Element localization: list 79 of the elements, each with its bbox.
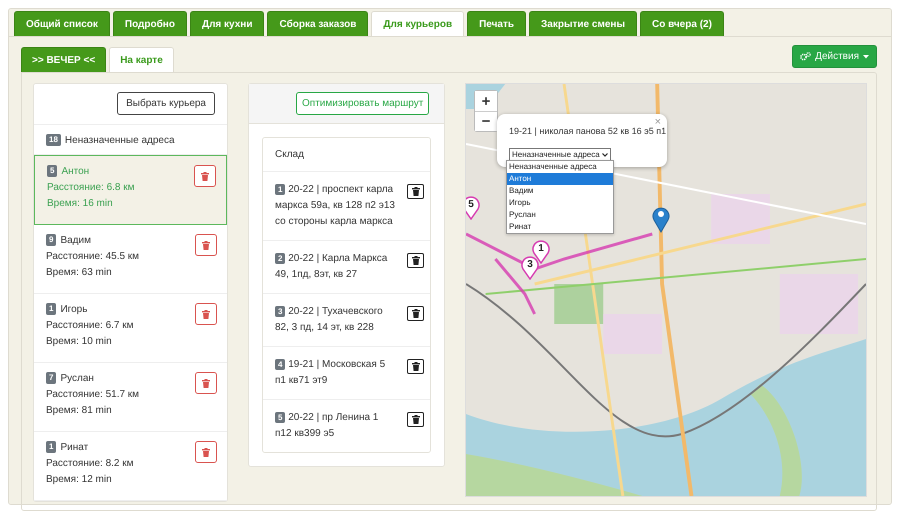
caret-icon [863, 54, 869, 58]
trash-icon [201, 172, 209, 180]
map-marker[interactable]: 1 [532, 240, 550, 264]
courier-name: Антон [61, 166, 90, 176]
courier-item[interactable]: 7 Руслан Расстояние: 51.7 км Время: 81 min [34, 363, 227, 432]
map-marker[interactable]: 5 [466, 196, 480, 220]
courier-name: Игорь [60, 304, 88, 314]
stop-number-badge: 1 [275, 184, 286, 195]
dropdown-option[interactable]: Антон [507, 173, 613, 185]
time-text: Время: 63 min [46, 267, 113, 278]
trash-icon [202, 448, 210, 456]
tab[interactable]: На карте [109, 47, 174, 72]
courier-item[interactable]: 1 Ринат Расстояние: 8.2 км Время: 12 min [34, 432, 227, 501]
dropdown-option[interactable]: Игорь [507, 197, 613, 209]
chevron-icon [602, 152, 608, 156]
tab[interactable]: Со вчера (2) [640, 11, 724, 36]
distance-text: Расстояние: 6.8 км [47, 182, 134, 193]
count-badge: 1 [46, 303, 56, 315]
tab[interactable]: Для кухни [190, 11, 264, 36]
tab[interactable]: Общий список [14, 11, 110, 36]
dropdown-option[interactable]: Неназначенные адреса [507, 161, 613, 173]
courier-name: Вадим [60, 234, 91, 246]
stop-number-badge: 4 [275, 359, 286, 370]
distance-text: Расстояние: 45.5 км [46, 251, 140, 262]
stop-text: 1 20-22 | проспект карла маркса 59а, кв 128 п2 э13 со стороны карла маркса [275, 184, 395, 227]
courier-item[interactable]: 1 Игорь Расстояние: 6.7 км Время: 10 min [34, 294, 227, 363]
delete-button[interactable] [407, 306, 424, 321]
tab[interactable]: Закрытие смены [529, 11, 637, 36]
tab[interactable]: Подробно [112, 11, 187, 36]
delete-button[interactable] [407, 253, 424, 268]
trash-icon [202, 378, 210, 388]
dropdown-option[interactable]: Вадим [507, 185, 613, 197]
location-pin-icon[interactable] [652, 205, 670, 233]
time-text: Время: 10 min [46, 336, 113, 347]
delete-button[interactable] [407, 184, 424, 199]
trash-icon [412, 187, 420, 196]
count-badge: 18 [46, 134, 61, 146]
tab[interactable]: Печать [467, 11, 526, 36]
trash-icon [412, 362, 420, 371]
dropdown-option[interactable]: Руслан [507, 209, 613, 221]
count-badge: 9 [46, 234, 56, 246]
courier-name: Ринат [60, 442, 88, 452]
distance-text: Расстояние: 8.2 км [46, 458, 134, 469]
delete-button[interactable] [407, 359, 424, 374]
distance-text: Расстояние: 6.7 км [46, 320, 134, 331]
list-label: Неназначенные адреса [64, 134, 175, 146]
map-marker[interactable]: 3 [521, 256, 539, 280]
distance-text: Расстояние: 51.7 км [46, 389, 140, 400]
count-badge: 5 [47, 165, 58, 177]
stop-text: 2 20-22 | Карла Маркса 49, 1пд, 8эт, кв 27 [275, 253, 388, 280]
courier-name: Руслан [60, 372, 94, 384]
zoom-out-button[interactable]: − [475, 111, 497, 131]
trash-icon [202, 310, 210, 318]
tab[interactable]: Сборка заказов [267, 11, 368, 36]
stop-text: 5 20-22 | пр Ленина 1 п12 кв399 э5 [275, 412, 378, 439]
stop-text: 4 19-21 | Московская 5 п1 кв71 эт9 [275, 359, 386, 386]
time-text: Время: 81 min [46, 405, 113, 416]
popup-address: 19-21 | николая панова 52 кв 16 э5 п1 [509, 126, 667, 136]
trash-icon [412, 309, 420, 318]
stop-number-badge: 3 [275, 306, 286, 317]
gears-icon [800, 52, 812, 61]
start-point: Склад [263, 138, 430, 172]
tab[interactable]: >> ВЕЧЕР << [21, 47, 106, 72]
trash-icon [412, 415, 420, 424]
select-courier-button[interactable]: Выбрать курьера [117, 92, 215, 115]
stop-number-badge: 2 [275, 253, 286, 264]
courier-item[interactable]: 9 Вадим Расстояние: 45.5 км Время: 63 min [34, 225, 227, 294]
tab[interactable]: Для курьеров [371, 11, 464, 36]
dropdown-option[interactable]: Ринат [507, 221, 613, 233]
trash-icon [202, 240, 210, 250]
courier-item[interactable]: 5 Антон Расстояние: 6.8 км Время: 16 min [34, 155, 227, 225]
count-badge: 7 [46, 372, 56, 384]
time-text: Время: 12 min [46, 474, 113, 485]
stop-text: 3 20-22 | Тухачевского 82, 3 пд, 14 эт, кв 228 [275, 306, 383, 333]
time-text: Время: 16 min [47, 198, 114, 209]
count-badge: 1 [46, 441, 56, 453]
trash-icon [412, 256, 420, 265]
stop-number-badge: 5 [275, 412, 286, 423]
delete-button[interactable] [407, 412, 424, 427]
